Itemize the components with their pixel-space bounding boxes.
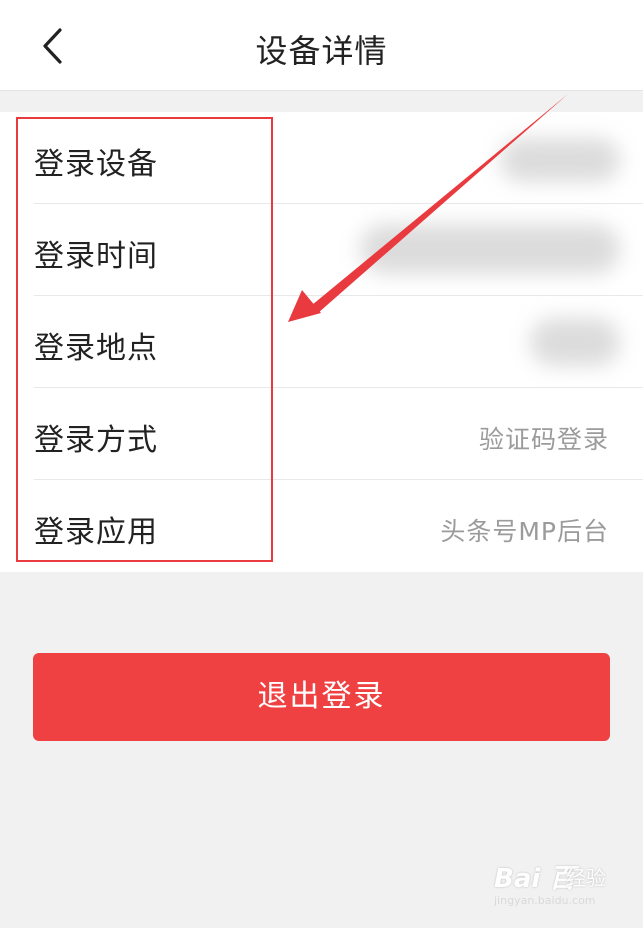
watermark-logo: Bai 百	[494, 864, 576, 894]
row-login-app: 登录应用 头条号MP后台	[0, 480, 643, 572]
row-login-time: 登录时间	[0, 204, 643, 296]
row-label: 登录应用	[34, 515, 158, 550]
baidu-jingyan-watermark: Bai 百 经验 jingyan.baidu.com	[494, 858, 634, 918]
row-login-location: 登录地点	[0, 296, 643, 388]
redacted-value	[530, 318, 620, 366]
logout-button[interactable]: 退出登录	[33, 653, 610, 741]
row-label: 登录设备	[34, 147, 158, 182]
row-label: 登录地点	[34, 331, 158, 366]
row-login-method: 登录方式 验证码登录	[0, 388, 643, 480]
page-title: 设备详情	[255, 32, 388, 70]
row-login-device: 登录设备	[0, 112, 643, 204]
watermark-text: 经验	[566, 866, 606, 890]
row-value: 验证码登录	[478, 425, 609, 454]
redacted-value	[360, 224, 620, 274]
row-label: 登录时间	[34, 239, 158, 274]
device-details-card: 登录设备 登录时间 登录地点 登录方式 验证码登录 登录应用 头条号MP后台	[0, 112, 643, 572]
row-value: 头条号MP后台	[440, 517, 609, 546]
row-label: 登录方式	[34, 423, 158, 458]
watermark-url: jingyan.baidu.com	[494, 894, 596, 907]
top-bar: 设备详情	[0, 0, 643, 91]
redacted-value	[500, 138, 620, 182]
